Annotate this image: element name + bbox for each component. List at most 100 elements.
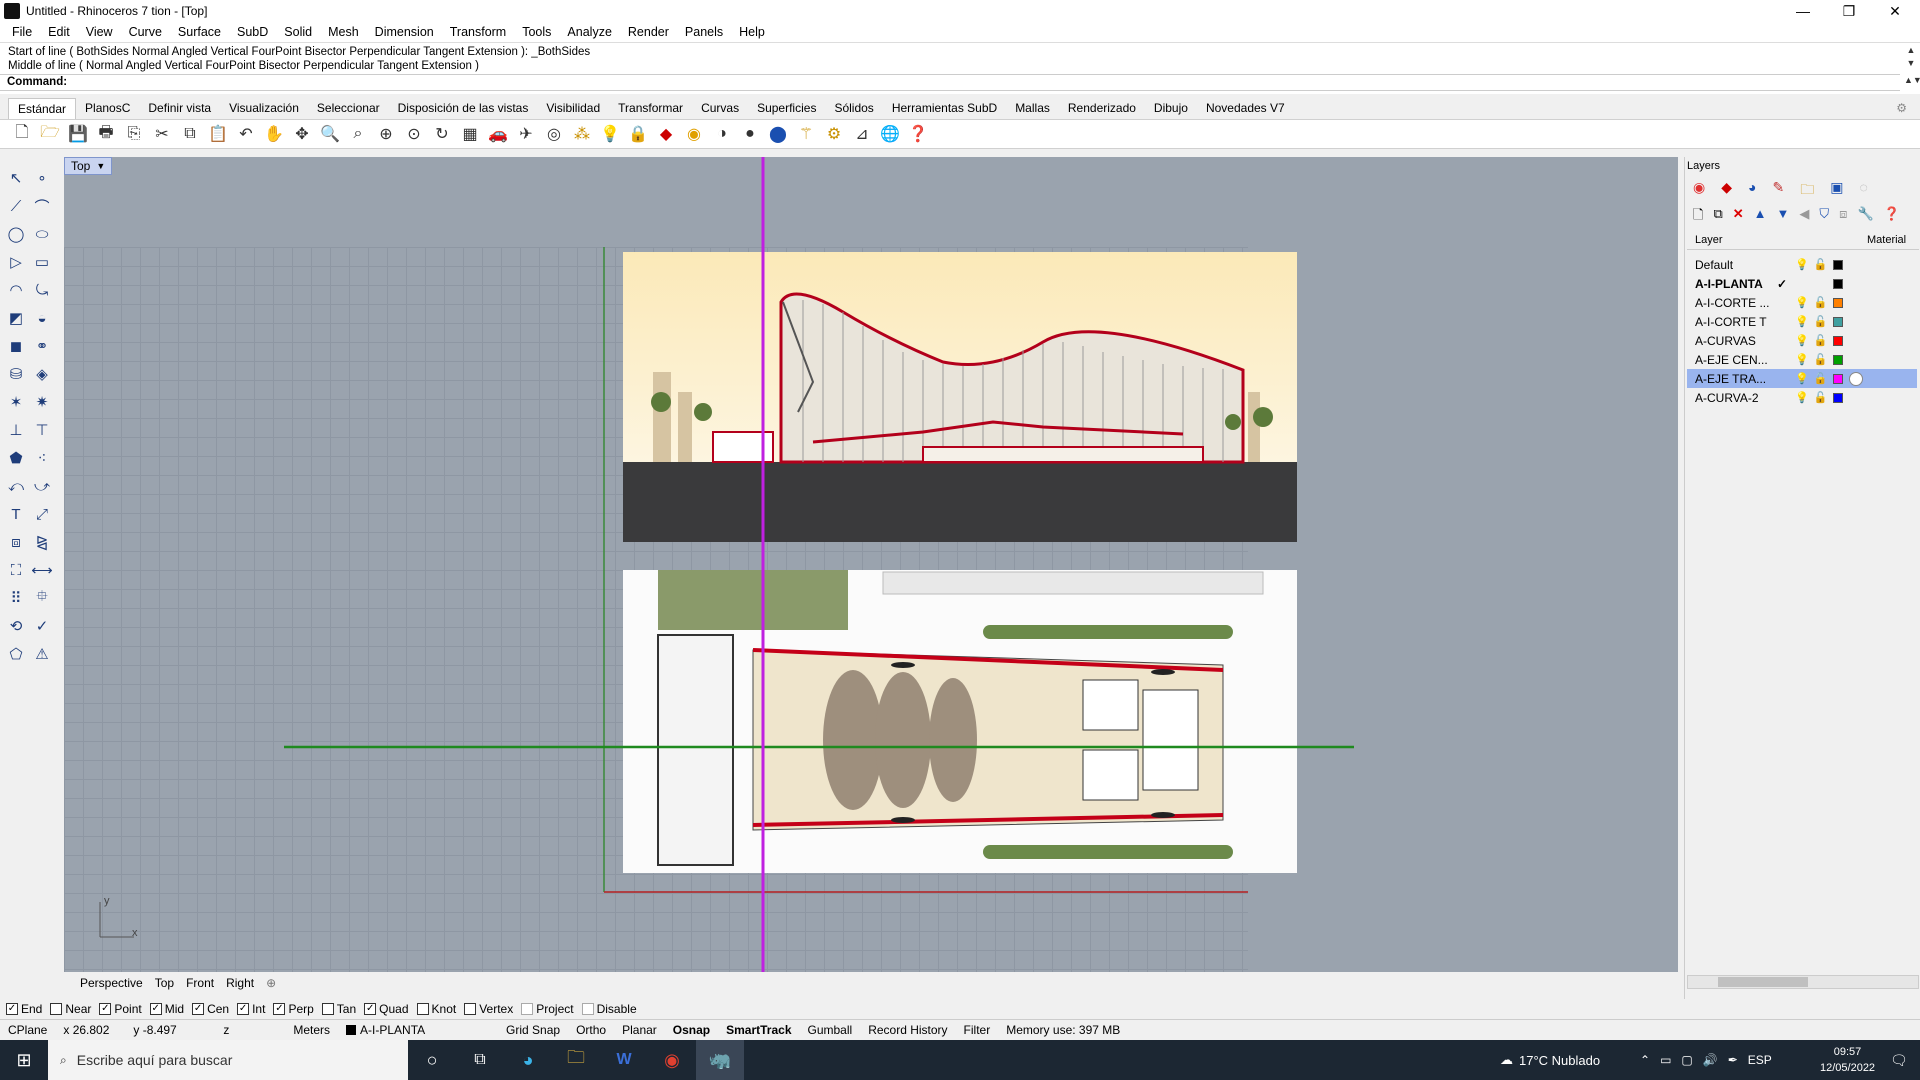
weather-text[interactable]: 17°C Nublado (1519, 1053, 1600, 1068)
chevron-down-icon[interactable]: ▼ (96, 161, 105, 171)
unlock-icon[interactable]: 🔓 (1814, 372, 1828, 385)
gumball-icon[interactable]: ⯐ (30, 586, 54, 610)
tab-herramientas-subd[interactable]: Herramientas SubD (883, 98, 1006, 118)
layer-color-swatch[interactable] (1833, 316, 1844, 327)
paste-icon[interactable]: 📋 (206, 123, 230, 145)
circle-icon[interactable]: ◯ (4, 222, 28, 246)
checkbox-icon[interactable] (464, 1003, 477, 1015)
viewport-tab-perspective[interactable]: Perspective (80, 976, 143, 990)
material-column-header[interactable]: Material (1867, 234, 1906, 246)
checkbox-icon[interactable] (521, 1003, 534, 1015)
unlock-icon[interactable]: 🔓 (1814, 334, 1828, 347)
extrude-icon[interactable]: ◈ (30, 362, 54, 386)
render-icon[interactable]: ● (738, 123, 762, 145)
bulb-icon[interactable]: 💡 (1795, 315, 1809, 328)
boolean-icon[interactable]: ⚭ (30, 334, 54, 358)
ortho-toggle[interactable]: Ortho (568, 1023, 614, 1037)
bulb-icon[interactable]: 💡 (1795, 372, 1809, 385)
scrollbar-thumb[interactable] (1718, 977, 1808, 987)
copy-layer-icon[interactable]: ⧈ (1839, 206, 1847, 228)
gear-icon[interactable]: ⚙ (1887, 98, 1916, 118)
tab-dibujo[interactable]: Dibujo (1145, 98, 1197, 118)
tab-visibilidad[interactable]: Visibilidad (537, 98, 609, 118)
draft-angle-icon[interactable]: ⚠ (30, 642, 54, 666)
tab-superficies[interactable]: Superficies (748, 98, 825, 118)
unlock-icon[interactable]: 🔓 (1814, 353, 1828, 366)
trim-icon[interactable]: ⊤ (30, 418, 54, 442)
layer-color-swatch[interactable] (1833, 373, 1844, 384)
tab-seleccionar[interactable]: Seleccionar (308, 98, 389, 118)
menu-curve[interactable]: Curve (129, 25, 162, 39)
layer-color-swatch[interactable] (1833, 392, 1844, 403)
menu-panels[interactable]: Panels (685, 25, 723, 39)
bulb-icon[interactable]: 💡 (1795, 353, 1809, 366)
save-icon[interactable]: 💾 (66, 123, 90, 145)
zoom-extents-icon[interactable]: ⊕ (374, 123, 398, 145)
menu-help[interactable]: Help (739, 25, 765, 39)
checkbox-icon[interactable] (581, 1003, 594, 1015)
dimension-tool-icon[interactable]: ⟷ (30, 558, 54, 582)
new-layer-icon[interactable]: 🗋 (1693, 206, 1703, 228)
filter-icon[interactable]: ⛉ (1819, 206, 1829, 228)
layer-row[interactable]: A-CURVA-2 💡 🔓 (1687, 388, 1917, 407)
control-points-icon[interactable]: ⁖ (30, 446, 54, 470)
layer-row-selected[interactable]: A-EJE TRA... 💡 🔓 (1687, 369, 1917, 388)
add-viewport-icon[interactable]: ⊕ (266, 976, 276, 990)
pen-icon[interactable]: ✒ (1728, 1053, 1738, 1067)
surface-icon[interactable]: ◩ (4, 306, 28, 330)
layer-row[interactable]: A-I-PLANTA✓ 💡🔓 (1687, 274, 1917, 293)
viewport-tab-right[interactable]: Right (226, 976, 254, 990)
checkbox-icon[interactable]: ✓ (237, 1003, 250, 1015)
rhino-taskbar-icon[interactable]: 🦏 (696, 1040, 744, 1080)
bulb-icon[interactable]: 💡 (1795, 296, 1809, 309)
task-view-icon[interactable]: ⧉ (456, 1051, 504, 1069)
chevron-up-icon[interactable]: ⌃ (1640, 1053, 1650, 1067)
osnap-end[interactable]: ✓ End (6, 1002, 42, 1016)
car-icon[interactable]: 🚗 (486, 123, 510, 145)
viewport-layout-icon[interactable]: ▦ (458, 123, 482, 145)
osnap-quad[interactable]: ✓ Quad (364, 1002, 409, 1016)
file-explorer-icon[interactable]: 🗀 (552, 1045, 600, 1075)
points-icon[interactable]: ⁂ (570, 123, 594, 145)
import-icon[interactable]: ⎘ (122, 123, 146, 145)
point-icon[interactable]: ∘ (30, 166, 54, 190)
analyze-icon[interactable]: ⬟ (4, 446, 28, 470)
command-input[interactable]: Command: (0, 74, 1900, 91)
select-arrow-icon[interactable]: ↖ (4, 166, 28, 190)
top-viewport[interactable]: y x Top ▼ (64, 157, 1678, 972)
grid-snap-toggle[interactable]: Grid Snap (498, 1023, 568, 1037)
bulb-icon[interactable]: 💡 (1795, 334, 1809, 347)
options-icon[interactable]: ⚙ (822, 123, 846, 145)
cortana-icon[interactable]: ○ (408, 1050, 456, 1071)
target-icon[interactable]: ◎ (542, 123, 566, 145)
shade-icon[interactable]: ◑ (710, 123, 734, 145)
osnap-toggle[interactable]: Osnap (665, 1023, 718, 1037)
rectangle-icon[interactable]: ▭ (30, 250, 54, 274)
menu-surface[interactable]: Surface (178, 25, 221, 39)
tab-planosc[interactable]: PlanosC (76, 98, 139, 118)
osnap-knot[interactable]: Knot (416, 1002, 456, 1016)
command-scroll-icon[interactable]: ▲▼ (1904, 75, 1920, 85)
units-label[interactable]: Meters (285, 1023, 338, 1037)
split-icon[interactable]: ⊥ (4, 418, 28, 442)
gumball-toggle[interactable]: Gumball (800, 1023, 861, 1037)
ellipse-icon[interactable]: ⬭ (30, 222, 54, 246)
move-up-icon[interactable]: ▲ (1754, 206, 1767, 228)
horizontal-scrollbar[interactable] (1687, 975, 1919, 989)
tab-curvas[interactable]: Curvas (692, 98, 748, 118)
osnap-point[interactable]: ✓ Point (99, 1002, 142, 1016)
tab-estandar[interactable]: Estándar (8, 97, 77, 119)
box-icon[interactable]: ◼ (4, 334, 28, 358)
new-icon[interactable]: 🗋 (10, 123, 34, 145)
bulb-icon[interactable]: 💡 (598, 123, 622, 145)
mirror-icon[interactable]: ⧎ (30, 530, 54, 554)
check-icon[interactable]: ✓ (30, 614, 54, 638)
layer-icon[interactable]: ◆ (654, 123, 678, 145)
solid-edit-icon[interactable]: ⛶ (4, 558, 28, 582)
bulb-icon[interactable]: 💡 (1795, 258, 1809, 271)
tab-transformar[interactable]: Transformar (609, 98, 692, 118)
sphere-icon[interactable]: ⬤ (766, 123, 790, 145)
planar-toggle[interactable]: Planar (614, 1023, 665, 1037)
material-swatch[interactable] (1849, 371, 1864, 386)
checkbox-icon[interactable] (50, 1003, 63, 1015)
